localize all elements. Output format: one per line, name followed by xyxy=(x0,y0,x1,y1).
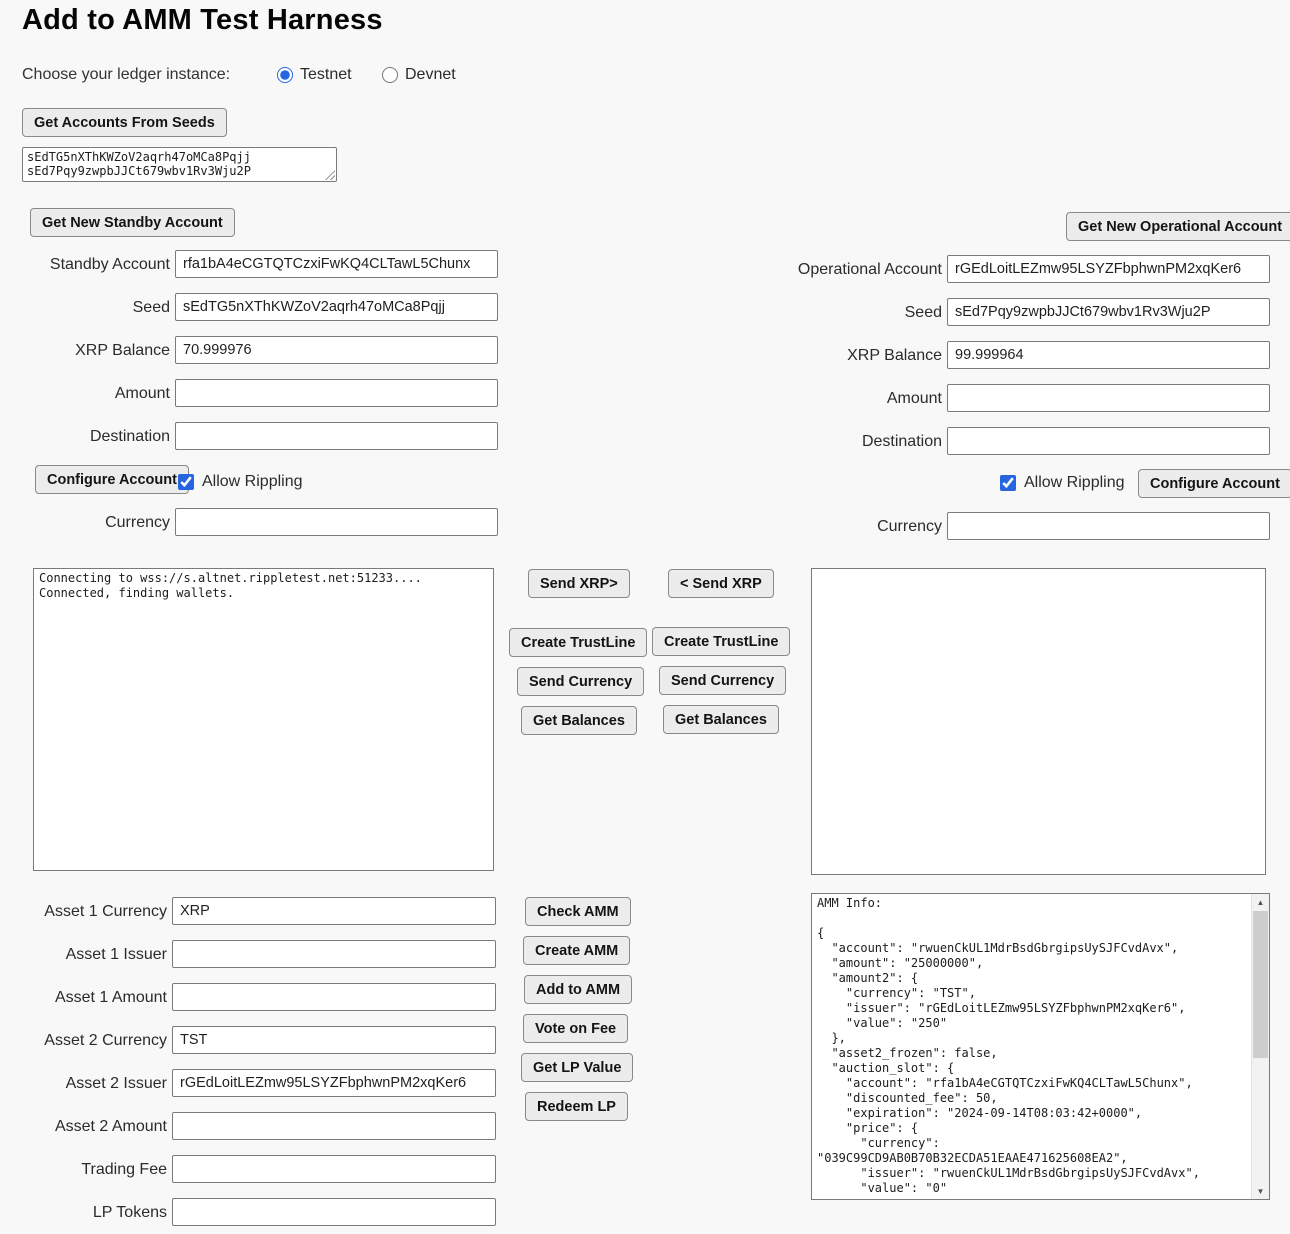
vote-on-fee-button[interactable]: Vote on Fee xyxy=(523,1014,628,1043)
standby-currency-input[interactable] xyxy=(175,508,498,536)
get-accounts-from-seeds-button[interactable]: Get Accounts From Seeds xyxy=(22,108,227,137)
amm-info-console[interactable]: AMM Info: { "account": "rwuenCkUL1MdrBsd… xyxy=(811,893,1270,1200)
standby-send-currency-button[interactable]: Send Currency xyxy=(517,667,644,696)
operational-seed-label: Seed xyxy=(720,302,942,324)
lp-tokens-label: LP Tokens xyxy=(0,1202,167,1224)
testnet-radio[interactable] xyxy=(277,67,293,83)
page-title: Add to AMM Test Harness xyxy=(22,4,383,37)
operational-currency-input[interactable] xyxy=(947,512,1270,540)
get-new-standby-account-button[interactable]: Get New Standby Account xyxy=(30,208,235,237)
operational-get-balances-button[interactable]: Get Balances xyxy=(663,705,779,734)
standby-results-console[interactable]: Connecting to wss://s.altnet.rippletest.… xyxy=(33,568,494,871)
standby-currency-label: Currency xyxy=(0,512,170,534)
operational-allow-rippling-label[interactable]: Allow Rippling xyxy=(1024,474,1125,492)
create-amm-button[interactable]: Create AMM xyxy=(523,936,630,965)
get-new-operational-account-button[interactable]: Get New Operational Account xyxy=(1066,212,1290,241)
standby-get-balances-button[interactable]: Get Balances xyxy=(521,706,637,735)
asset2-currency-label: Asset 2 Currency xyxy=(0,1030,167,1052)
testnet-radio-label[interactable]: Testnet xyxy=(300,66,352,84)
scrollbar-thumb[interactable] xyxy=(1253,911,1268,1058)
operational-seed-input[interactable] xyxy=(947,298,1270,326)
scroll-down-arrow-icon[interactable]: ▼ xyxy=(1252,1183,1269,1199)
standby-create-trustline-button[interactable]: Create TrustLine xyxy=(509,628,647,657)
redeem-lp-button[interactable]: Redeem LP xyxy=(525,1092,628,1121)
operational-destination-label: Destination xyxy=(720,431,942,453)
operational-account-input[interactable] xyxy=(947,255,1270,283)
operational-xrp-balance-input[interactable] xyxy=(947,341,1270,369)
add-to-amm-button[interactable]: Add to AMM xyxy=(524,975,632,1004)
seeds-textarea[interactable]: sEdTG5nXThKWZoV2aqrh47oMCa8Pqjj sEd7Pqy9… xyxy=(22,147,337,182)
trading-fee-input[interactable] xyxy=(172,1155,496,1183)
amm-info-panel: AMM Info: { "account": "rwuenCkUL1MdrBsd… xyxy=(811,893,1270,1200)
ledger-instance-label: Choose your ledger instance: xyxy=(22,66,230,84)
standby-destination-input[interactable] xyxy=(175,422,498,450)
asset2-amount-label: Asset 2 Amount xyxy=(0,1116,167,1138)
devnet-radio[interactable] xyxy=(382,67,398,83)
asset2-amount-input[interactable] xyxy=(172,1112,496,1140)
standby-seed-input[interactable] xyxy=(175,293,498,321)
operational-create-trustline-button[interactable]: Create TrustLine xyxy=(652,627,790,656)
operational-amount-label: Amount xyxy=(720,388,942,410)
standby-send-xrp-button[interactable]: Send XRP> xyxy=(528,569,630,598)
standby-amount-label: Amount xyxy=(0,383,170,405)
standby-seed-label: Seed xyxy=(0,297,170,319)
scroll-up-arrow-icon[interactable]: ▲ xyxy=(1252,894,1269,910)
operational-destination-input[interactable] xyxy=(947,427,1270,455)
asset2-issuer-input[interactable] xyxy=(172,1069,496,1097)
operational-account-label: Operational Account xyxy=(720,259,942,281)
asset1-currency-label: Asset 1 Currency xyxy=(0,901,167,923)
asset1-amount-input[interactable] xyxy=(172,983,496,1011)
operational-results-console[interactable] xyxy=(811,568,1266,875)
asset1-currency-input[interactable] xyxy=(172,897,496,925)
operational-currency-label: Currency xyxy=(720,516,942,538)
operational-send-currency-button[interactable]: Send Currency xyxy=(659,666,786,695)
standby-amount-input[interactable] xyxy=(175,379,498,407)
get-lp-value-button[interactable]: Get LP Value xyxy=(521,1053,633,1082)
operational-configure-account-button[interactable]: Configure Account xyxy=(1138,469,1290,498)
asset1-issuer-input[interactable] xyxy=(172,940,496,968)
asset2-currency-input[interactable] xyxy=(172,1026,496,1054)
standby-destination-label: Destination xyxy=(0,426,170,448)
devnet-radio-label[interactable]: Devnet xyxy=(405,66,456,84)
asset1-issuer-label: Asset 1 Issuer xyxy=(0,944,167,966)
standby-xrp-balance-input[interactable] xyxy=(175,336,498,364)
operational-amount-input[interactable] xyxy=(947,384,1270,412)
amm-info-scrollbar[interactable]: ▲ ▼ xyxy=(1251,894,1269,1199)
standby-xrp-balance-label: XRP Balance xyxy=(0,340,170,362)
standby-account-input[interactable] xyxy=(175,250,498,278)
operational-xrp-balance-label: XRP Balance xyxy=(720,345,942,367)
standby-account-label: Standby Account xyxy=(0,254,170,276)
check-amm-button[interactable]: Check AMM xyxy=(525,897,631,926)
operational-send-xrp-button[interactable]: < Send XRP xyxy=(668,569,774,598)
standby-allow-rippling-checkbox[interactable] xyxy=(178,474,194,490)
operational-allow-rippling-checkbox[interactable] xyxy=(1000,475,1016,491)
asset1-amount-label: Asset 1 Amount xyxy=(0,987,167,1009)
standby-configure-account-button[interactable]: Configure Account xyxy=(35,465,189,494)
asset2-issuer-label: Asset 2 Issuer xyxy=(0,1073,167,1095)
trading-fee-label: Trading Fee xyxy=(0,1159,167,1181)
amm-test-harness-page: Add to AMM Test Harness Choose your ledg… xyxy=(0,0,1290,1234)
lp-tokens-input[interactable] xyxy=(172,1198,496,1226)
standby-allow-rippling-label[interactable]: Allow Rippling xyxy=(202,473,303,491)
